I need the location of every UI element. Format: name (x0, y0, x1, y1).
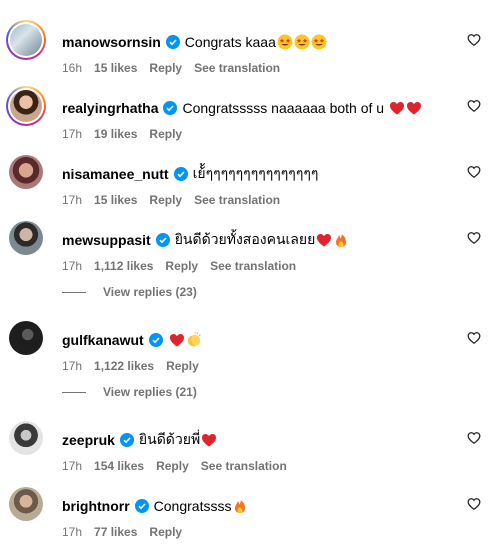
reply-button[interactable]: Reply (149, 127, 182, 141)
comment-text: Congrats kaaa (184, 34, 276, 50)
fire-emoji-icon (333, 232, 349, 248)
comment-text: ยินดีด้วยพี่ (138, 431, 201, 447)
avatar[interactable] (9, 221, 43, 255)
reply-button[interactable]: Reply (149, 525, 182, 539)
comment-text: เย้้ๆๆๆๆๆๆๆๆๆๆๆๆๆๆๆ (192, 165, 319, 181)
see-translation-link[interactable]: See translation (210, 259, 296, 273)
comment-text: Congratssss (153, 498, 232, 514)
timestamp: 17h (62, 193, 83, 207)
verified-badge-icon (155, 233, 170, 247)
comment-text: ยินดีด้วยทั้งสองคนเลยย (174, 231, 316, 247)
likes-count[interactable]: 1,122 likes (94, 359, 154, 373)
timestamp: 17h (62, 359, 83, 373)
username[interactable]: mewsuppasit (62, 232, 151, 248)
timestamp: 17h (62, 459, 83, 473)
fire-emoji-icon (232, 498, 248, 514)
like-heart-icon[interactable] (467, 497, 481, 511)
verified-badge-icon (119, 433, 134, 447)
reply-button[interactable]: Reply (166, 359, 199, 373)
divider (62, 291, 86, 293)
username[interactable]: gulfkanawut (62, 332, 144, 348)
view-replies-label: View replies (23) (103, 285, 197, 299)
red-heart-emoji-icon (316, 232, 332, 248)
reply-button[interactable]: Reply (149, 61, 182, 75)
username[interactable]: manowsornsin (62, 34, 161, 50)
like-heart-icon[interactable] (467, 331, 481, 345)
likes-count[interactable]: 1,112 likes (94, 259, 153, 273)
avatar[interactable] (6, 20, 46, 60)
comment-item: zeepruk ยินดีด้วยพี่ 17h 154 likes Reply… (0, 420, 489, 486)
like-heart-icon[interactable] (467, 431, 481, 445)
username[interactable]: zeepruk (62, 432, 115, 448)
reply-button[interactable]: Reply (165, 259, 198, 273)
view-replies-button[interactable]: View replies (23) (62, 284, 197, 300)
like-heart-icon[interactable] (467, 231, 481, 245)
avatar[interactable] (9, 321, 43, 355)
avatar[interactable] (9, 421, 43, 455)
likes-count[interactable]: 77 likes (94, 525, 137, 539)
red-heart-emoji-icon (406, 100, 422, 116)
likes-count[interactable]: 15 likes (94, 193, 137, 207)
comments-list: manowsornsin Congrats kaaa 16h 15 likes … (0, 0, 489, 546)
star-struck-emoji-icon (311, 34, 327, 50)
like-heart-icon[interactable] (467, 99, 481, 113)
timestamp: 16h (62, 61, 83, 75)
comment-item: mewsuppasit ยินดีด้วยทั้งสองคนเลยย 17h 1… (0, 220, 489, 286)
verified-badge-icon (163, 101, 178, 115)
like-heart-icon[interactable] (467, 33, 481, 47)
reply-button[interactable]: Reply (149, 193, 182, 207)
comment-item: gulfkanawut 17h 1,122 likes Reply (0, 320, 489, 386)
likes-count[interactable]: 19 likes (94, 127, 137, 141)
see-translation-link[interactable]: See translation (194, 61, 280, 75)
verified-badge-icon (134, 499, 149, 513)
red-heart-emoji-icon (389, 100, 405, 116)
username[interactable]: nisamanee_nutt (62, 166, 169, 182)
avatar[interactable] (9, 155, 43, 189)
clapping-hands-emoji-icon (186, 332, 202, 348)
comment-item: nisamanee_nutt เย้้ๆๆๆๆๆๆๆๆๆๆๆๆๆๆๆ 17h 1… (0, 154, 489, 220)
red-heart-emoji-icon (169, 332, 185, 348)
star-struck-emoji-icon (277, 34, 293, 50)
verified-badge-icon (148, 333, 163, 347)
avatar[interactable] (6, 86, 46, 126)
see-translation-link[interactable]: See translation (201, 459, 287, 473)
comment-item: realyingrhatha Congratsssss naaaaaa both… (0, 86, 489, 154)
comment-item: brightnorr Congratssss 17h 77 likes Repl… (0, 486, 489, 552)
comment-text: Congratsssss naaaaaa both of u (182, 100, 385, 116)
timestamp: 17h (62, 127, 83, 141)
likes-count[interactable]: 15 likes (94, 61, 137, 75)
comment-item: manowsornsin Congrats kaaa 16h 15 likes … (0, 20, 489, 88)
divider (62, 391, 86, 393)
red-heart-emoji-icon (201, 432, 217, 448)
timestamp: 17h (62, 259, 83, 273)
star-struck-emoji-icon (294, 34, 310, 50)
timestamp: 17h (62, 525, 83, 539)
view-replies-button[interactable]: View replies (21) (62, 384, 197, 400)
see-translation-link[interactable]: See translation (194, 193, 280, 207)
username[interactable]: realyingrhatha (62, 100, 158, 116)
likes-count[interactable]: 154 likes (94, 459, 144, 473)
reply-button[interactable]: Reply (156, 459, 189, 473)
like-heart-icon[interactable] (467, 165, 481, 179)
view-replies-label: View replies (21) (103, 385, 197, 399)
verified-badge-icon (173, 167, 188, 181)
verified-badge-icon (165, 35, 180, 49)
avatar[interactable] (9, 487, 43, 521)
username[interactable]: brightnorr (62, 498, 130, 514)
